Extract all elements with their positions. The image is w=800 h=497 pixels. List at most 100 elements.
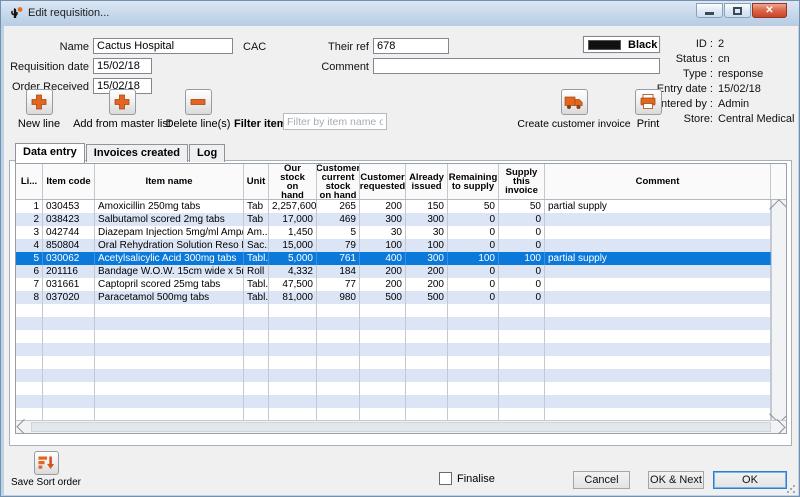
requisition-date-input[interactable] <box>93 58 152 74</box>
minimize-button[interactable] <box>696 3 723 18</box>
cell-item_code: 031661 <box>43 278 95 291</box>
horizontal-scroll-thumb[interactable] <box>31 422 771 432</box>
name-input[interactable] <box>93 38 233 54</box>
column-header-supply_this_invoice[interactable]: Supply this invoice <box>499 164 545 199</box>
cell-customer_requested <box>360 330 406 343</box>
cell-remaining_to_supply: 0 <box>448 239 499 252</box>
cell-item_code <box>43 304 95 317</box>
cell-our_stock_on_hand: 1,450 <box>269 226 317 239</box>
tab-invoices-created[interactable]: Invoices created <box>86 144 188 162</box>
cell-supply_this_invoice <box>499 304 545 317</box>
cell-supply_this_invoice: 0 <box>499 291 545 304</box>
their-ref-label: Their ref <box>289 41 369 53</box>
name-label: Name <box>9 41 89 53</box>
cell-customer_current_stock_on_hand <box>317 369 360 382</box>
cell-line: 5 <box>16 252 43 265</box>
cell-item_name <box>95 304 244 317</box>
cell-unit: Tabl... <box>244 291 269 304</box>
cell-our_stock_on_hand: 5,000 <box>269 252 317 265</box>
cell-comment <box>545 382 771 395</box>
cell-unit: Am... <box>244 226 269 239</box>
table-row[interactable]: 6201116Bandage W.O.W. 15cm wide x 5m rol… <box>16 265 771 278</box>
create-customer-invoice-button[interactable]: Create customer invoice <box>515 89 633 130</box>
column-header-customer_current_stock_on_hand[interactable]: Customer current stock on hand <box>317 164 360 199</box>
new-line-button[interactable]: New line <box>13 89 65 130</box>
cell-already_issued: 30 <box>406 226 448 239</box>
table-row[interactable]: 7031661Captopril scored 25mg tabsTabl...… <box>16 278 771 291</box>
scroll-left-button[interactable] <box>16 421 30 433</box>
delete-lines-button[interactable]: Delete line(s) <box>167 89 229 130</box>
cell-comment <box>545 265 771 278</box>
store-value: Central Medical <box>718 112 794 127</box>
cell-customer_requested: 300 <box>360 213 406 226</box>
cell-supply_this_invoice <box>499 369 545 382</box>
ok-button[interactable]: OK <box>713 471 787 489</box>
cell-unit <box>244 369 269 382</box>
table-row[interactable]: 3042744Diazepam Injection 5mg/ml Amp/2ml… <box>16 226 771 239</box>
cell-comment <box>545 395 771 408</box>
cell-comment <box>545 226 771 239</box>
cell-customer_requested: 500 <box>360 291 406 304</box>
cell-already_issued: 300 <box>406 252 448 265</box>
cell-supply_this_invoice: 0 <box>499 213 545 226</box>
finalise-checkbox[interactable] <box>439 472 452 485</box>
scroll-right-button[interactable] <box>772 421 786 433</box>
table-row[interactable]: 8037020Paracetamol 500mg tabsTabl...81,0… <box>16 291 771 304</box>
column-header-comment[interactable]: Comment <box>545 164 771 199</box>
cancel-button[interactable]: Cancel <box>573 471 630 489</box>
cell-unit <box>244 317 269 330</box>
cell-unit <box>244 304 269 317</box>
cell-already_issued: 500 <box>406 291 448 304</box>
cell-comment: partial supply <box>545 252 771 265</box>
column-header-unit[interactable]: Unit <box>244 164 269 199</box>
ok-and-next-button[interactable]: OK & Next <box>648 471 704 489</box>
vertical-scrollbar[interactable] <box>771 200 786 422</box>
cell-item_name <box>95 356 244 369</box>
tab-data-entry[interactable]: Data entry <box>15 143 85 163</box>
cell-item_name <box>95 330 244 343</box>
add-from-master-list-button[interactable]: Add from master list <box>71 89 173 130</box>
cell-item_name <box>95 395 244 408</box>
table-row[interactable]: 2038423Salbutamol scored 2mg tabsTab17,0… <box>16 213 771 226</box>
comment-input[interactable] <box>373 58 660 74</box>
column-header-item_code[interactable]: Item code <box>43 164 95 199</box>
horizontal-scrollbar[interactable] <box>16 420 786 433</box>
cell-our_stock_on_hand: 15,000 <box>269 239 317 252</box>
tab-log[interactable]: Log <box>189 144 225 162</box>
column-header-item_name[interactable]: Item name <box>95 164 244 199</box>
cell-supply_this_invoice: 0 <box>499 226 545 239</box>
cell-remaining_to_supply: 0 <box>448 291 499 304</box>
save-sort-order-button[interactable]: Save Sort order <box>5 451 87 488</box>
table-row[interactable]: 1030453Amoxicillin 250mg tabsTab2,257,60… <box>16 200 771 213</box>
cell-our_stock_on_hand <box>269 304 317 317</box>
cell-our_stock_on_hand <box>269 369 317 382</box>
maximize-button[interactable] <box>724 3 751 18</box>
cell-item_name: Paracetamol 500mg tabs <box>95 291 244 304</box>
scroll-up-button[interactable] <box>772 200 786 214</box>
close-button[interactable]: ✕ <box>752 3 787 18</box>
table-row[interactable]: 4850804Oral Rehydration Solution Reso Ma… <box>16 239 771 252</box>
column-header-line[interactable]: Li... <box>16 164 43 199</box>
cell-customer_requested: 200 <box>360 278 406 291</box>
column-header-our_stock_on_hand[interactable]: Our stock on hand <box>269 164 317 199</box>
title-bar[interactable]: Edit requisition... ✕ <box>1 1 799 27</box>
resize-grip[interactable] <box>786 484 795 493</box>
print-label: Print <box>637 118 660 130</box>
cell-unit: Roll <box>244 265 269 278</box>
cell-our_stock_on_hand: 81,000 <box>269 291 317 304</box>
column-header-already_issued[interactable]: Already issued <box>406 164 448 199</box>
column-header-customer_requested[interactable]: Customer requested <box>360 164 406 199</box>
finalise-label: Finalise <box>457 473 495 485</box>
cell-line: 8 <box>16 291 43 304</box>
filter-items-input[interactable] <box>283 113 387 130</box>
table-header: Li...Item codeItem nameUnitOur stock on … <box>16 164 786 200</box>
print-button[interactable]: Print <box>623 89 673 130</box>
table-row[interactable]: 5030062Acetylsalicylic Acid 300mg tabsTa… <box>16 252 771 265</box>
cell-comment <box>545 343 771 356</box>
column-header-remaining_to_supply[interactable]: Remaining to supply <box>448 164 499 199</box>
cell-already_issued <box>406 317 448 330</box>
maximize-icon <box>733 7 742 15</box>
their-ref-input[interactable] <box>373 38 449 54</box>
cell-remaining_to_supply: 0 <box>448 226 499 239</box>
cell-unit: Tabl... <box>244 278 269 291</box>
